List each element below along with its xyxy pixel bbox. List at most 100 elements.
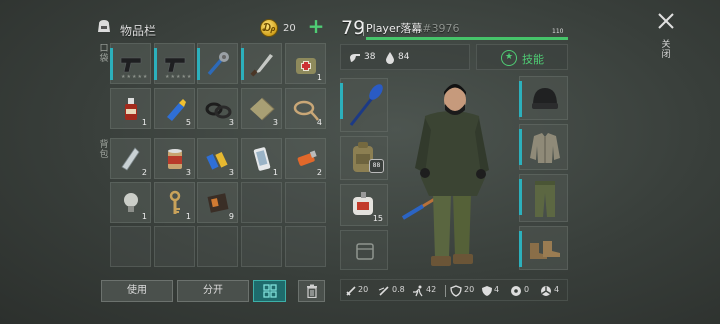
pocket-placeholder-icon <box>356 243 374 260</box>
grid-icon <box>262 284 277 298</box>
split-button[interactable]: 分开 <box>177 280 249 302</box>
jacket-icon <box>530 133 560 163</box>
feet-slot[interactable] <box>519 226 568 270</box>
resist-a-value: 0 <box>524 285 530 294</box>
trash-icon <box>306 284 317 299</box>
cloth-icon <box>250 97 275 121</box>
pants-icon <box>535 181 555 217</box>
defense-value: 20 <box>464 285 475 294</box>
machete-icon <box>250 54 273 77</box>
attack-speed-icon <box>378 286 389 296</box>
phone-icon <box>253 147 271 171</box>
player-name: Player落幕 <box>366 22 423 35</box>
survival-stats-panel: 38 84 <box>340 44 470 70</box>
skills-button[interactable]: ★ 技能 <box>476 44 568 70</box>
boots-icon <box>530 241 560 259</box>
attack-speed-value: 0.8 <box>392 285 405 294</box>
inventory-slot[interactable]: 2 <box>285 138 326 179</box>
book-icon <box>207 193 229 213</box>
inventory-slot[interactable]: ★★★★★ <box>110 43 151 84</box>
armor-icon <box>482 286 492 296</box>
pockets-tab-label[interactable]: 口袋 <box>99 44 109 64</box>
radiation-icon <box>541 286 551 296</box>
glue-icon <box>167 99 186 121</box>
player-id: #3976 <box>422 22 460 35</box>
inventory-slot[interactable]: 9 <box>197 182 238 223</box>
water-value: 84 <box>398 52 410 62</box>
stats-divider <box>445 285 446 297</box>
inventory-slot[interactable]: 1 <box>241 138 282 179</box>
consumable-qty: 15 <box>372 214 383 223</box>
spiked-club-icon <box>207 52 229 76</box>
add-coins-button[interactable]: + <box>307 16 325 36</box>
coin-count: 20 <box>283 23 296 34</box>
inventory-slot[interactable]: 3 <box>241 88 282 129</box>
usb-drive-icon <box>297 150 317 166</box>
torso-slot[interactable] <box>519 124 568 170</box>
inventory-slot-empty[interactable] <box>241 226 282 267</box>
close-label[interactable]: 关闭 <box>661 40 671 60</box>
backpack-slot[interactable]: 88 <box>340 136 388 180</box>
rope-icon <box>293 100 320 121</box>
name-separator <box>363 22 364 36</box>
inventory-slot[interactable]: 3 <box>197 138 238 179</box>
inventory-slot[interactable]: 1 <box>154 182 195 223</box>
move-value: 42 <box>426 285 437 294</box>
consumable-slot[interactable]: 15 <box>340 184 388 226</box>
shield-icon <box>450 285 462 297</box>
inventory-slot[interactable]: 3 <box>154 138 195 179</box>
player-name-line: Player落幕#3976 <box>366 20 459 36</box>
key-icon <box>169 190 181 214</box>
inventory-slot[interactable]: 3 <box>197 88 238 129</box>
inventory-slot[interactable] <box>197 43 238 84</box>
hunger-icon <box>350 54 360 62</box>
inventory-slot-empty[interactable] <box>241 182 282 223</box>
xp-value: 110 <box>552 28 564 35</box>
inventory-bag-icon <box>98 20 110 32</box>
inventory-slot[interactable]: 5 <box>154 88 195 129</box>
grid-view-button[interactable] <box>253 280 286 302</box>
use-button[interactable]: 使用 <box>101 280 173 302</box>
inventory-slot-empty[interactable] <box>285 226 326 267</box>
inventory-slot[interactable]: 1 <box>285 43 326 84</box>
player-level: 79 <box>341 17 366 39</box>
water-drop-icon <box>386 52 394 64</box>
star-icon: ★ <box>501 50 517 66</box>
first-aid-bag-icon <box>296 58 316 74</box>
inventory-slot[interactable] <box>241 43 282 84</box>
bottle-icon <box>125 98 137 120</box>
water-bottle-icon <box>121 147 140 171</box>
legs-slot[interactable] <box>519 174 568 222</box>
damage-value: 20 <box>358 285 369 294</box>
inventory-slot[interactable]: ★★★★★ <box>154 43 195 84</box>
canned-food-icon <box>168 149 182 169</box>
backpack-tab-label[interactable]: 背包 <box>99 140 109 160</box>
combat-stats-bar: 20 0.8 42 20 4 0 4 <box>340 279 568 301</box>
pocket-slot-empty[interactable] <box>340 230 388 270</box>
beanie-icon <box>532 88 558 109</box>
close-icon[interactable] <box>656 11 676 31</box>
inventory-slot-empty[interactable] <box>110 226 151 267</box>
trash-button[interactable] <box>298 280 325 302</box>
weapon-slot-primary[interactable] <box>340 78 388 132</box>
inventory-title: 物品栏 <box>120 24 157 38</box>
armor-value: 4 <box>494 285 500 294</box>
inventory-slot[interactable]: 1 <box>110 88 151 129</box>
inventory-slot-empty[interactable] <box>197 226 238 267</box>
hunger-value: 38 <box>364 52 376 62</box>
oar-icon <box>349 84 383 126</box>
head-slot[interactable] <box>519 76 568 120</box>
backpack-capacity-badge: 88 <box>369 159 384 173</box>
biohazard-icon <box>511 286 521 296</box>
inventory-slot[interactable]: 1 <box>110 182 151 223</box>
inventory-slot[interactable]: 4 <box>285 88 326 129</box>
xp-bar <box>366 37 568 40</box>
resist-b-value: 4 <box>554 285 560 294</box>
skills-label: 技能 <box>522 53 544 66</box>
running-icon <box>413 285 423 297</box>
inventory-slot-empty[interactable] <box>154 226 195 267</box>
xp-bar-fill <box>366 37 568 40</box>
batteries-icon <box>206 151 228 170</box>
inventory-slot-empty[interactable] <box>285 182 326 223</box>
inventory-slot[interactable]: 2 <box>110 138 151 179</box>
